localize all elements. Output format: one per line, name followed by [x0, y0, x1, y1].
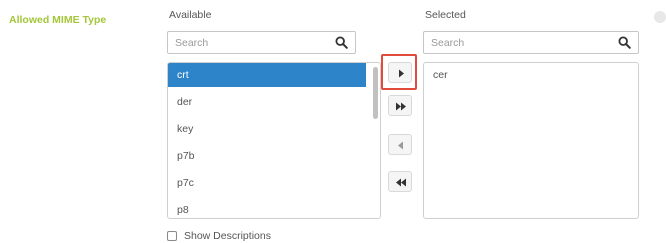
field-label: Allowed MIME Type	[9, 14, 107, 26]
list-item[interactable]: key	[168, 117, 366, 141]
show-descriptions-label[interactable]: Show Descriptions	[184, 230, 271, 242]
fast-forward-icon	[396, 102, 406, 111]
selected-title: Selected	[425, 9, 466, 21]
available-search-input[interactable]	[175, 34, 305, 51]
move-right-button[interactable]	[388, 62, 412, 83]
play-left-icon	[398, 141, 403, 150]
list-item[interactable]: p8	[168, 198, 366, 218]
list-item[interactable]: crt	[168, 63, 366, 87]
list-item[interactable]: der	[168, 90, 366, 114]
available-title: Available	[169, 9, 212, 21]
move-all-right-button[interactable]	[388, 95, 412, 116]
search-icon[interactable]	[335, 36, 348, 49]
help-icon[interactable]	[654, 11, 666, 23]
list-item[interactable]: cer	[424, 63, 638, 87]
list-item[interactable]: p7c	[168, 171, 366, 195]
selected-listbox[interactable]: cer	[423, 62, 639, 219]
scrollbar-thumb[interactable]	[373, 67, 378, 119]
selected-search-input[interactable]	[431, 34, 561, 51]
available-search-box[interactable]	[167, 31, 356, 54]
show-descriptions-checkbox[interactable]	[167, 231, 177, 241]
selected-search-box[interactable]	[423, 31, 639, 54]
available-listbox[interactable]: crt der key p7b p7c p8	[167, 62, 381, 219]
move-left-button[interactable]	[388, 134, 412, 155]
move-all-left-button[interactable]	[388, 171, 412, 192]
fast-rewind-icon	[396, 178, 406, 187]
play-right-icon	[399, 69, 404, 78]
search-icon[interactable]	[618, 36, 631, 49]
list-item[interactable]: p7b	[168, 144, 366, 168]
available-scrollbar[interactable]	[372, 63, 380, 218]
